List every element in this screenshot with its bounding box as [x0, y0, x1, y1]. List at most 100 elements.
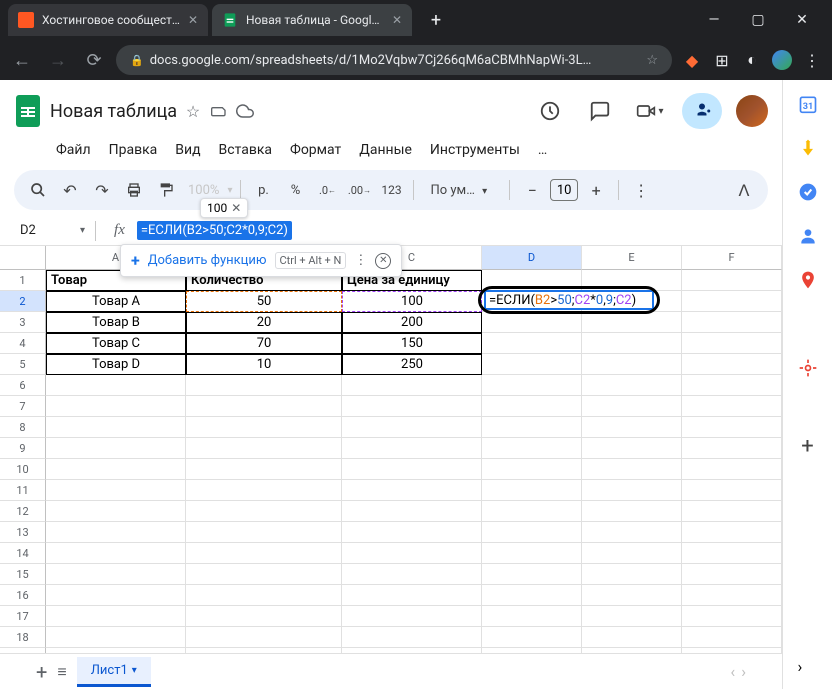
menu-file[interactable]: Файл [48, 140, 99, 160]
cell-F7[interactable] [682, 396, 782, 417]
cell-B17[interactable] [186, 606, 342, 627]
cell-C18[interactable] [342, 627, 482, 648]
menu-edit[interactable]: Правка [101, 140, 166, 160]
cell-F3[interactable] [682, 312, 782, 333]
cell-C2[interactable]: 100 [342, 291, 482, 312]
cell-A6[interactable] [46, 375, 186, 396]
menu-data[interactable]: Данные [351, 140, 420, 160]
extension-icon[interactable]: ◐ [740, 48, 764, 72]
cell-C5[interactable]: 250 [342, 354, 482, 375]
row-header-14[interactable]: 14 [0, 543, 46, 564]
more-toolbar-button[interactable]: ⋮ [627, 176, 655, 204]
cell-A14[interactable] [46, 543, 186, 564]
cell-F5[interactable] [682, 354, 782, 375]
font-select[interactable]: По ум… ▾ [422, 181, 501, 200]
cell-F10[interactable] [682, 459, 782, 480]
cell-A8[interactable] [46, 417, 186, 438]
font-size-decrease[interactable]: − [518, 176, 546, 204]
cell-D18[interactable] [482, 627, 582, 648]
cell-reference[interactable]: D2 [14, 223, 80, 238]
cell-C16[interactable] [342, 585, 482, 606]
user-avatar[interactable] [736, 95, 768, 127]
cell-D6[interactable] [482, 375, 582, 396]
cell-F15[interactable] [682, 564, 782, 585]
cell-F18[interactable] [682, 627, 782, 648]
add-sheet-button[interactable]: + [36, 660, 47, 684]
print-button[interactable] [120, 176, 148, 204]
cell-D14[interactable] [482, 543, 582, 564]
row-header-17[interactable]: 17 [0, 606, 46, 627]
cell-F14[interactable] [682, 543, 782, 564]
cell-F6[interactable] [682, 375, 782, 396]
cell-D9[interactable] [482, 438, 582, 459]
comments-button[interactable] [582, 93, 618, 129]
cell-E13[interactable] [582, 522, 682, 543]
cell-D8[interactable] [482, 417, 582, 438]
cell-B16[interactable] [186, 585, 342, 606]
cell-B18[interactable] [186, 627, 342, 648]
cell-F17[interactable] [682, 606, 782, 627]
font-size-input[interactable]: 10 [550, 179, 578, 201]
extension-icon[interactable]: ◆ [680, 48, 704, 72]
share-button[interactable] [682, 93, 722, 129]
cell-B10[interactable] [186, 459, 342, 480]
cell-B14[interactable] [186, 543, 342, 564]
cell-E12[interactable] [582, 501, 682, 522]
tasks-icon[interactable] [798, 182, 818, 202]
cell-E7[interactable] [582, 396, 682, 417]
chevron-down-icon[interactable]: ▾ [132, 665, 137, 676]
cell-C7[interactable] [342, 396, 482, 417]
cell-A13[interactable] [46, 522, 186, 543]
doc-title[interactable]: Новая таблица [50, 101, 177, 122]
cell-C9[interactable] [342, 438, 482, 459]
cell-C4[interactable]: 150 [342, 333, 482, 354]
row-header-8[interactable]: 8 [0, 417, 46, 438]
calendar-icon[interactable]: 31 [798, 94, 818, 114]
cell-F1[interactable] [682, 270, 782, 291]
extensions-button[interactable]: ⊞ [710, 48, 734, 72]
cell-A4[interactable]: Товар C [46, 333, 186, 354]
row-header-13[interactable]: 13 [0, 522, 46, 543]
move-icon[interactable] [209, 101, 229, 121]
cell-F16[interactable] [682, 585, 782, 606]
menu-more[interactable]: … [530, 140, 555, 160]
close-button[interactable]: ✕ [780, 4, 824, 36]
sheet-prev-button[interactable]: ‹ [730, 662, 735, 681]
maps-icon[interactable] [798, 270, 818, 290]
cell-C6[interactable] [342, 375, 482, 396]
cell-B13[interactable] [186, 522, 342, 543]
zoom-select[interactable]: 100% [184, 183, 223, 198]
cell-E15[interactable] [582, 564, 682, 585]
maximize-button[interactable]: ▢ [736, 4, 780, 36]
cell-F12[interactable] [682, 501, 782, 522]
meet-button[interactable]: ▾ [632, 93, 668, 129]
menu-format[interactable]: Формат [282, 140, 349, 160]
cell-E6[interactable] [582, 375, 682, 396]
collapse-toolbar-button[interactable]: ᐱ [730, 176, 758, 204]
cell-C10[interactable] [342, 459, 482, 480]
cell-E1[interactable] [582, 270, 682, 291]
row-header-7[interactable]: 7 [0, 396, 46, 417]
add-function-label[interactable]: Добавить функцию [148, 253, 267, 268]
cell-D5[interactable] [482, 354, 582, 375]
menu-view[interactable]: Вид [167, 140, 208, 160]
row-header-11[interactable]: 11 [0, 480, 46, 501]
sheet-next-button[interactable]: › [741, 662, 746, 681]
get-addons-button[interactable]: + [798, 436, 818, 456]
cell-B9[interactable] [186, 438, 342, 459]
cell-B6[interactable] [186, 375, 342, 396]
cloud-icon[interactable] [235, 101, 255, 121]
decrease-decimal-button[interactable]: .0← [313, 176, 341, 204]
cell-B11[interactable] [186, 480, 342, 501]
cell-F9[interactable] [682, 438, 782, 459]
redo-button[interactable]: ↷ [88, 176, 116, 204]
cell-E9[interactable] [582, 438, 682, 459]
row-header-9[interactable]: 9 [0, 438, 46, 459]
cell-B12[interactable] [186, 501, 342, 522]
cell-A18[interactable] [46, 627, 186, 648]
cell-A16[interactable] [46, 585, 186, 606]
menu-insert[interactable]: Вставка [211, 140, 280, 160]
cell-A2[interactable]: Товар A [46, 291, 186, 312]
contacts-icon[interactable] [798, 226, 818, 246]
browser-tab-1[interactable]: Хостинговое сообщество «Tim ✕ [8, 4, 208, 36]
